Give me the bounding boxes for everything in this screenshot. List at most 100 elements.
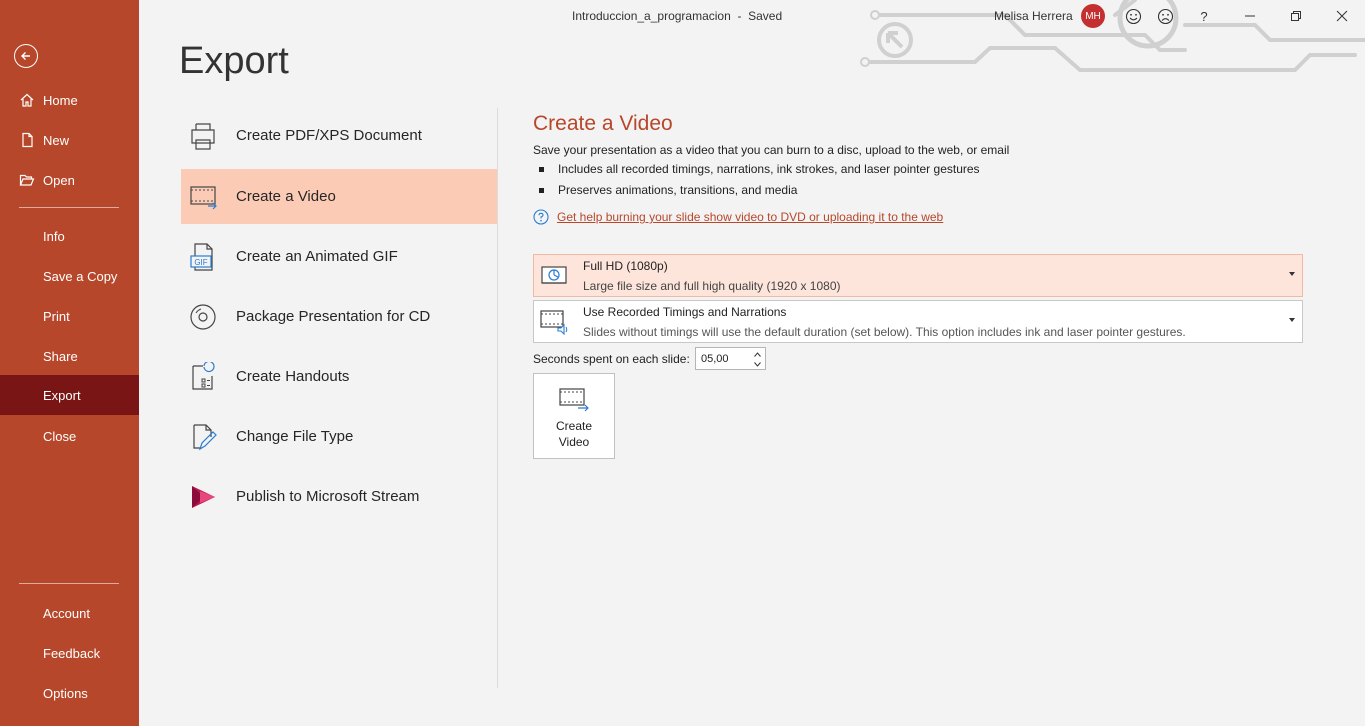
smile-feedback-button[interactable] (1122, 4, 1144, 28)
back-arrow-icon (21, 52, 30, 60)
sidebar-item-label: Home (43, 92, 78, 108)
video-quality-dropdown[interactable]: Full HD (1080p) Large file size and full… (533, 254, 1303, 297)
sidebar-item-new[interactable]: New (0, 120, 139, 160)
export-option-label: Package Presentation for CD (236, 308, 431, 325)
quality-subtitle: Large file size and full high quality (1… (583, 279, 841, 293)
handouts-icon (186, 360, 220, 394)
timings-title: Use Recorded Timings and Narrations (583, 305, 787, 319)
spin-up-button[interactable] (751, 349, 763, 359)
frown-feedback-button[interactable] (1154, 4, 1176, 28)
minimize-icon (1245, 15, 1255, 17)
sidebar-item-export[interactable]: Export (0, 375, 139, 415)
presentation-quality-icon (539, 261, 569, 291)
sidebar-item-label: Open (43, 172, 75, 188)
sidebar-item-home[interactable]: Home (0, 80, 139, 120)
export-option-create-gif[interactable]: GIF Create an Animated GIF (181, 229, 497, 284)
export-option-create-handouts[interactable]: Create Handouts (181, 349, 497, 404)
export-option-label: Create PDF/XPS Document (236, 127, 422, 144)
help-circle-icon (533, 209, 549, 225)
sidebar-item-label: Export (43, 387, 81, 403)
pane-description: Save your presentation as a video that y… (533, 143, 1010, 157)
chevron-down-icon (753, 361, 761, 367)
export-option-change-file-type[interactable]: Change File Type (181, 409, 497, 464)
feature-bullet-text: Includes all recorded timings, narration… (558, 162, 980, 176)
sidebar-item-label: Options (43, 685, 88, 701)
export-option-package-cd[interactable]: Package Presentation for CD (181, 289, 497, 344)
pane-title: Create a Video (533, 112, 673, 135)
sidebar-item-label: Share (43, 348, 78, 364)
cd-icon (186, 300, 220, 334)
sidebar-divider (19, 583, 119, 584)
export-option-label: Publish to Microsoft Stream (236, 488, 420, 505)
quality-title: Full HD (1080p) (583, 259, 668, 273)
sidebar-divider (19, 207, 119, 208)
window-title: Introduccion_a_programacion - Saved (572, 9, 782, 23)
user-name: Melisa Herrera (994, 9, 1073, 23)
sidebar-item-account[interactable]: Account (0, 593, 139, 633)
avatar[interactable]: MH (1081, 4, 1105, 28)
save-status: Saved (748, 9, 783, 23)
sidebar-item-label: Save a Copy (43, 268, 118, 284)
narration-video-icon (539, 307, 569, 337)
seconds-spinner (695, 347, 766, 370)
sidebar-item-share[interactable]: Share (0, 336, 139, 376)
back-button[interactable] (14, 44, 38, 68)
video-icon (557, 386, 591, 414)
export-option-create-pdf[interactable]: Create PDF/XPS Document (181, 108, 497, 163)
seconds-input[interactable] (696, 348, 751, 369)
export-option-label: Create a Video (236, 188, 336, 205)
sidebar-item-label: Info (43, 228, 65, 244)
folder-open-icon (18, 171, 36, 189)
sidebar-item-info[interactable]: Info (0, 216, 139, 256)
panel-divider (497, 108, 498, 688)
sidebar-item-label: Print (43, 308, 70, 324)
feature-bullet-text: Preserves animations, transitions, and m… (558, 183, 798, 197)
export-option-label: Create Handouts (236, 368, 350, 385)
timings-subtitle: Slides without timings will use the defa… (583, 325, 1186, 339)
page-title: Export (179, 40, 289, 82)
help-row: Get help burning your slide show video t… (533, 209, 943, 225)
change-file-type-icon (186, 420, 220, 454)
video-icon (186, 180, 220, 214)
restore-icon (1291, 11, 1301, 21)
export-option-create-video[interactable]: Create a Video (181, 169, 497, 224)
create-video-label: Create Video (555, 419, 593, 449)
feature-bullet: Preserves animations, transitions, and m… (539, 183, 797, 197)
create-video-button[interactable]: Create Video (533, 373, 615, 459)
sidebar-item-label: New (43, 132, 70, 148)
document-title: Introduccion_a_programacion (572, 9, 731, 23)
export-option-label: Change File Type (236, 428, 354, 445)
restore-button[interactable] (1284, 4, 1308, 28)
home-icon (18, 91, 36, 109)
stream-icon (186, 480, 220, 514)
export-option-label: Create an Animated GIF (236, 248, 398, 265)
sidebar-item-label: Close (43, 428, 77, 444)
sidebar-item-label: Account (43, 605, 90, 621)
close-window-button[interactable] (1330, 4, 1354, 28)
sidebar-item-feedback[interactable]: Feedback (0, 633, 139, 673)
chevron-down-icon (1289, 272, 1295, 276)
sidebar-item-open[interactable]: Open (0, 160, 139, 200)
gif-icon: GIF (186, 240, 220, 274)
help-button[interactable]: ? (1194, 4, 1214, 28)
export-option-publish-stream[interactable]: Publish to Microsoft Stream (181, 469, 497, 524)
backstage-sidebar: Home New Open Info Save a Copy Print Sha… (0, 0, 139, 726)
new-document-icon (18, 131, 36, 149)
close-icon (1336, 10, 1348, 22)
feature-bullet: Includes all recorded timings, narration… (539, 162, 980, 176)
pdf-document-icon (186, 119, 220, 153)
sidebar-item-save-a-copy[interactable]: Save a Copy (0, 256, 139, 296)
chevron-down-icon (1289, 318, 1295, 322)
frown-icon (1157, 8, 1173, 24)
gif-icon-text: GIF (194, 258, 207, 267)
seconds-label: Seconds spent on each slide: (533, 352, 690, 366)
smile-icon (1125, 8, 1141, 24)
sidebar-item-print[interactable]: Print (0, 296, 139, 336)
spin-down-button[interactable] (751, 359, 763, 369)
sidebar-item-label: Feedback (43, 645, 101, 661)
timings-dropdown[interactable]: Use Recorded Timings and Narrations Slid… (533, 300, 1303, 343)
sidebar-item-close[interactable]: Close (0, 416, 139, 456)
sidebar-item-options[interactable]: Options (0, 673, 139, 713)
minimize-button[interactable] (1238, 4, 1262, 28)
help-link[interactable]: Get help burning your slide show video t… (557, 210, 943, 224)
